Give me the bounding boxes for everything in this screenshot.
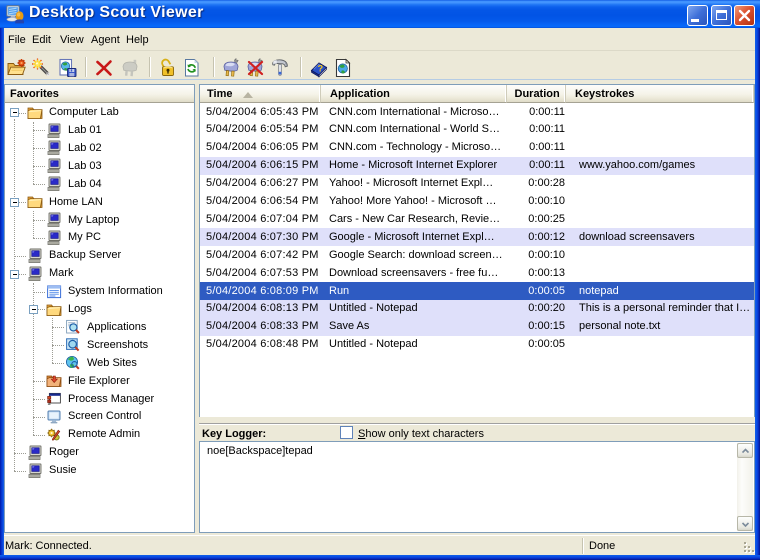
svg-text:?: ? [318, 63, 324, 73]
